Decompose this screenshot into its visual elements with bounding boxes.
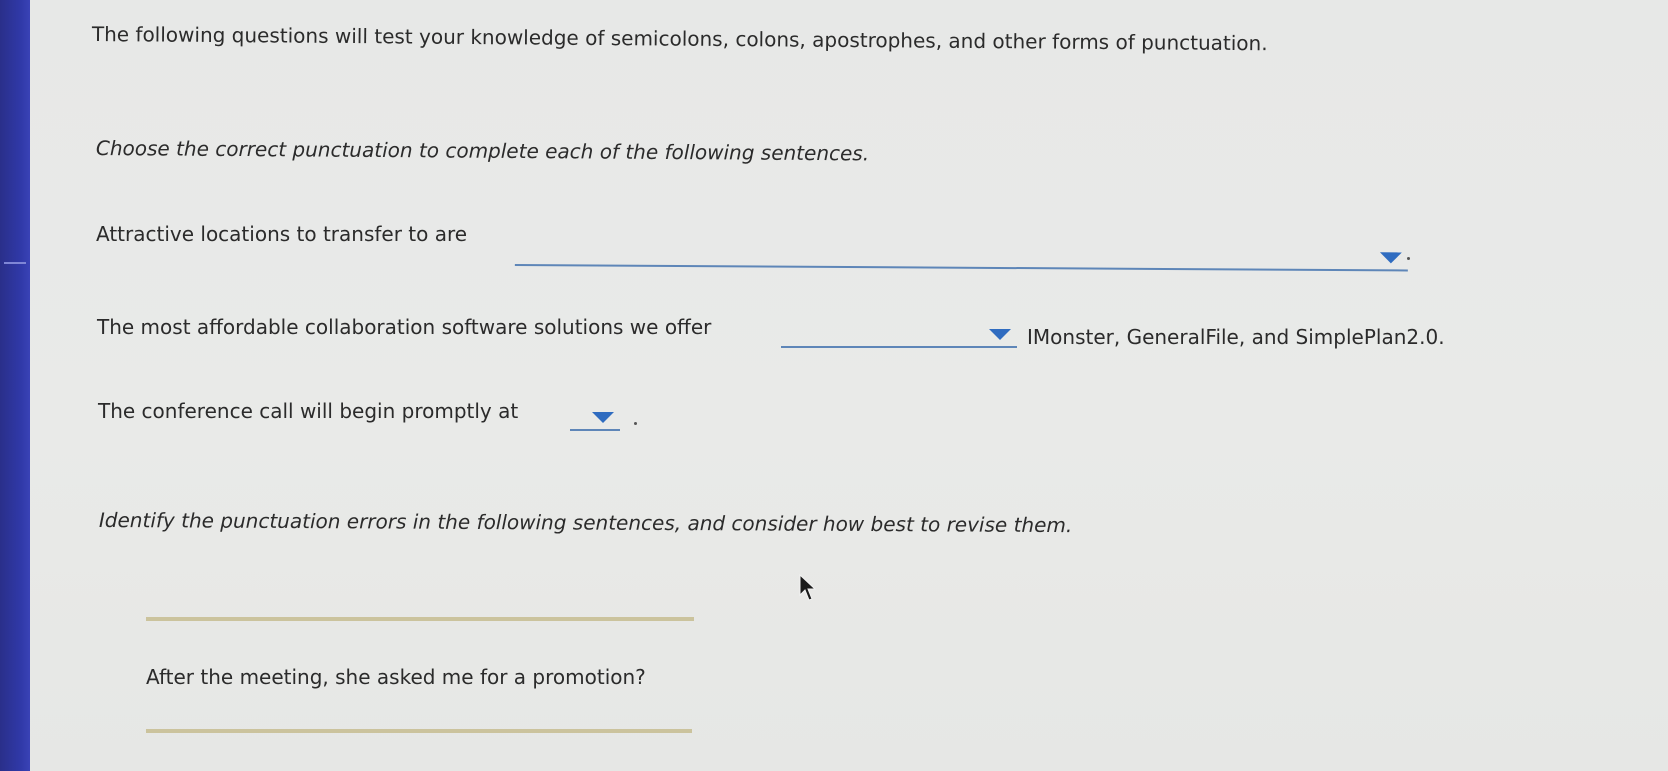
revision-answer-line-top[interactable] [146,617,694,621]
intro-text: The following questions will test your k… [91,22,1268,56]
question-3-period [634,422,637,425]
left-sidebar-strip [0,0,30,771]
section2-instruction: Identify the punctuation errors in the f… [98,508,1073,538]
caret-down-icon [1379,252,1402,264]
question-2-dropdown[interactable] [781,326,1017,348]
question-2-ending: IMonster, GeneralFile, and SimplePlan2.0… [1027,325,1445,349]
caret-down-icon [989,329,1011,340]
question-1-text: Attractive locations to transfer to are [96,222,468,246]
question-2-text: The most affordable collaboration softwa… [97,315,712,339]
mouse-pointer-icon [799,573,817,606]
question-3-text: The conference call will begin promptly … [98,399,519,423]
question-3-dropdown[interactable] [570,405,620,431]
sidebar-marker [4,262,26,264]
error-sentence: After the meeting, she asked me for a pr… [146,665,646,689]
question-1-period [1407,257,1410,260]
question-1-dropdown[interactable] [514,242,1408,272]
section1-instruction: Choose the correct punctuation to comple… [95,136,870,166]
revision-answer-line-bottom[interactable] [146,729,692,733]
caret-down-icon [592,412,614,423]
